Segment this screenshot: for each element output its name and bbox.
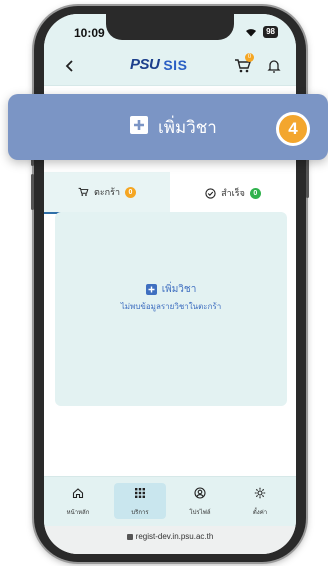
nav-item-settings[interactable]: ตั้งค่า <box>234 483 286 519</box>
browser-url-bar[interactable]: regist-dev.in.psu.ac.th <box>44 526 296 554</box>
nav-item-profile[interactable]: โปรไฟล์ <box>174 483 226 519</box>
tab-cart-label: ตะกร้า <box>93 187 120 197</box>
empty-cart-message: ไม่พบข้อมูลรายวิชาในตะกร้า <box>120 302 222 311</box>
lock-icon <box>126 533 133 540</box>
nav-item-home[interactable]: หน้าหลัก <box>52 483 104 519</box>
app-header: PSU SIS 0 <box>44 46 296 86</box>
gear-icon <box>254 487 266 499</box>
tab-success-label: สำเร็จ <box>221 188 245 198</box>
notch <box>106 14 234 40</box>
status-bar: 10:09 98 <box>44 14 296 46</box>
home-icon <box>72 488 84 499</box>
nav-label-home: หน้าหลัก <box>66 510 90 516</box>
nav-label-settings: ตั้งค่า <box>252 510 268 516</box>
nav-label-services: บริการ <box>131 510 149 516</box>
logo-psu: PSU <box>130 56 160 73</box>
add-course-label: เพิ่มวิชา <box>161 284 197 295</box>
grid-icon <box>135 488 145 498</box>
cart-tab-count: 0 <box>125 186 136 198</box>
cart-icon <box>78 187 89 196</box>
check-circle-icon <box>205 187 216 199</box>
back-icon[interactable] <box>62 58 78 74</box>
battery-indicator: 98 <box>263 26 278 38</box>
step-number-badge: 4 <box>276 112 310 146</box>
bottom-nav: หน้าหลัก บริการ โปรไฟล์ ตั้งค่า <box>44 476 296 526</box>
plus-icon <box>145 284 157 295</box>
tab-success[interactable]: สำเร็จ 0 <box>170 172 296 214</box>
plus-icon <box>130 116 148 134</box>
success-tab-count: 0 <box>249 187 261 199</box>
status-icons: 98 <box>245 26 278 38</box>
nav-item-services[interactable]: บริการ <box>114 483 166 519</box>
volume-down-button <box>31 174 34 210</box>
add-course-button[interactable]: เพิ่มวิชา <box>55 282 287 297</box>
cart-count-badge: 0 <box>245 53 254 62</box>
profile-icon <box>194 487 206 499</box>
logo-sis: SIS <box>163 56 188 73</box>
cart-tabs: ตะกร้า 0 สำเร็จ 0 <box>44 172 296 214</box>
app-logo: PSU SIS <box>130 56 187 73</box>
url-text: regist-dev.in.psu.ac.th <box>135 532 214 541</box>
callout-label: เพิ่มวิชา <box>158 118 217 137</box>
wifi-icon <box>246 28 257 36</box>
nav-label-profile: โปรไฟล์ <box>189 510 211 516</box>
clock: 10:09 <box>74 26 105 40</box>
bell-icon[interactable] <box>266 58 282 74</box>
tab-cart[interactable]: ตะกร้า 0 <box>44 172 170 214</box>
cart-panel: เพิ่มวิชา ไม่พบข้อมูลรายวิชาในตะกร้า <box>55 212 287 406</box>
